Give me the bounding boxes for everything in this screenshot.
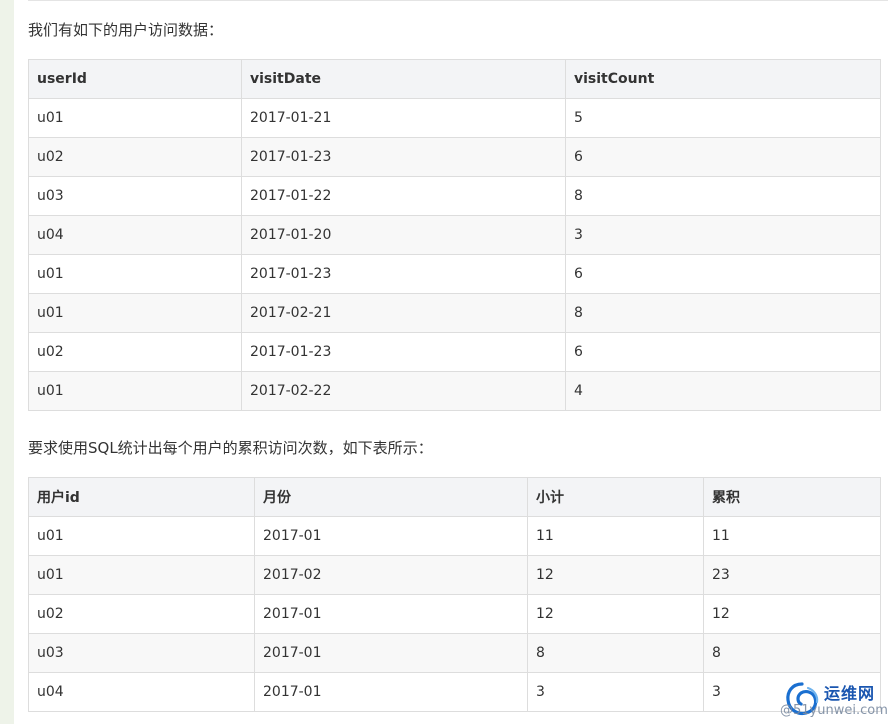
top-divider [28, 0, 888, 1]
table-row: u01 2017-02-21 8 [28, 293, 881, 333]
table-cell: u03 [28, 633, 255, 673]
intro-paragraph: 我们有如下的用户访问数据： [28, 21, 224, 39]
table-row: u01 2017-02-22 4 [28, 371, 881, 411]
table-cell: 11 [703, 516, 881, 556]
table-row: u01 2017-01 11 11 [28, 516, 881, 556]
table-cell: 2017-01-23 [241, 137, 566, 177]
result-table: 用户id 月份 小计 累积 u01 2017-01 11 11 u01 2017… [28, 477, 881, 712]
header-cell: 用户id [28, 477, 255, 517]
visits-table-header: userId visitDate visitCount [28, 59, 881, 99]
table-cell: 2017-01-20 [241, 215, 566, 255]
table-row: u02 2017-01-23 6 [28, 332, 881, 372]
header-cell: 小计 [527, 477, 704, 517]
table-cell: 8 [703, 633, 881, 673]
requirement-paragraph: 要求使用SQL统计出每个用户的累积访问次数，如下表所示： [28, 439, 433, 457]
table-cell: u02 [28, 332, 242, 372]
table-cell: u01 [28, 555, 255, 595]
table-row: u01 2017-01-21 5 [28, 98, 881, 138]
table-cell: 2017-01 [254, 633, 528, 673]
article-body: 我们有如下的用户访问数据： userId visitDate visitCoun… [14, 0, 888, 724]
table-cell: 2017-01 [254, 672, 528, 712]
table-cell: 6 [565, 137, 881, 177]
table-cell: 2017-02-21 [241, 293, 566, 333]
header-cell: visitCount [565, 59, 881, 99]
table-cell: u02 [28, 594, 255, 634]
table-row: u04 2017-01 3 3 [28, 672, 881, 712]
table-row: u04 2017-01-20 3 [28, 215, 881, 255]
table-row: u03 2017-01-22 8 [28, 176, 881, 216]
table-cell: 2017-02 [254, 555, 528, 595]
table-cell: 6 [565, 332, 881, 372]
table-cell: u02 [28, 137, 242, 177]
table-cell: u01 [28, 98, 242, 138]
watermark-brand-cn: 运维网 [824, 684, 876, 703]
table-cell: 3 [527, 672, 704, 712]
table-cell: 2017-01-23 [241, 332, 566, 372]
header-cell: 累积 [703, 477, 881, 517]
table-cell: u03 [28, 176, 242, 216]
table-cell: u01 [28, 516, 255, 556]
table-cell: 2017-01 [254, 594, 528, 634]
table-cell: u04 [28, 672, 255, 712]
table-cell: u01 [28, 371, 242, 411]
table-cell: 12 [703, 594, 881, 634]
table-cell: u01 [28, 293, 242, 333]
table-row: u01 2017-01-23 6 [28, 254, 881, 294]
table-row: u02 2017-01-23 6 [28, 137, 881, 177]
table-cell: 4 [565, 371, 881, 411]
table-cell: 2017-01-21 [241, 98, 566, 138]
table-cell: 3 [565, 215, 881, 255]
table-cell: 12 [527, 594, 704, 634]
visits-table: userId visitDate visitCount u01 2017-01-… [28, 59, 881, 411]
table-cell: u01 [28, 254, 242, 294]
table-cell: 2017-01-23 [241, 254, 566, 294]
watermark-brand-en: @51yunwei.com [780, 703, 888, 718]
header-cell: 月份 [254, 477, 528, 517]
site-watermark: 运维网 @51yunwei.com [778, 676, 888, 724]
table-cell: 23 [703, 555, 881, 595]
table-cell: 12 [527, 555, 704, 595]
table-cell: u04 [28, 215, 242, 255]
table-cell: 5 [565, 98, 881, 138]
table-cell: 2017-02-22 [241, 371, 566, 411]
table-row: u02 2017-01 12 12 [28, 594, 881, 634]
result-table-header: 用户id 月份 小计 累积 [28, 477, 881, 517]
header-cell: visitDate [241, 59, 566, 99]
table-cell: 8 [565, 293, 881, 333]
table-cell: 6 [565, 254, 881, 294]
table-row: u03 2017-01 8 8 [28, 633, 881, 673]
table-cell: 8 [527, 633, 704, 673]
header-cell: userId [28, 59, 242, 99]
table-cell: 2017-01 [254, 516, 528, 556]
table-row: u01 2017-02 12 23 [28, 555, 881, 595]
table-cell: 2017-01-22 [241, 176, 566, 216]
table-cell: 8 [565, 176, 881, 216]
table-cell: 11 [527, 516, 704, 556]
